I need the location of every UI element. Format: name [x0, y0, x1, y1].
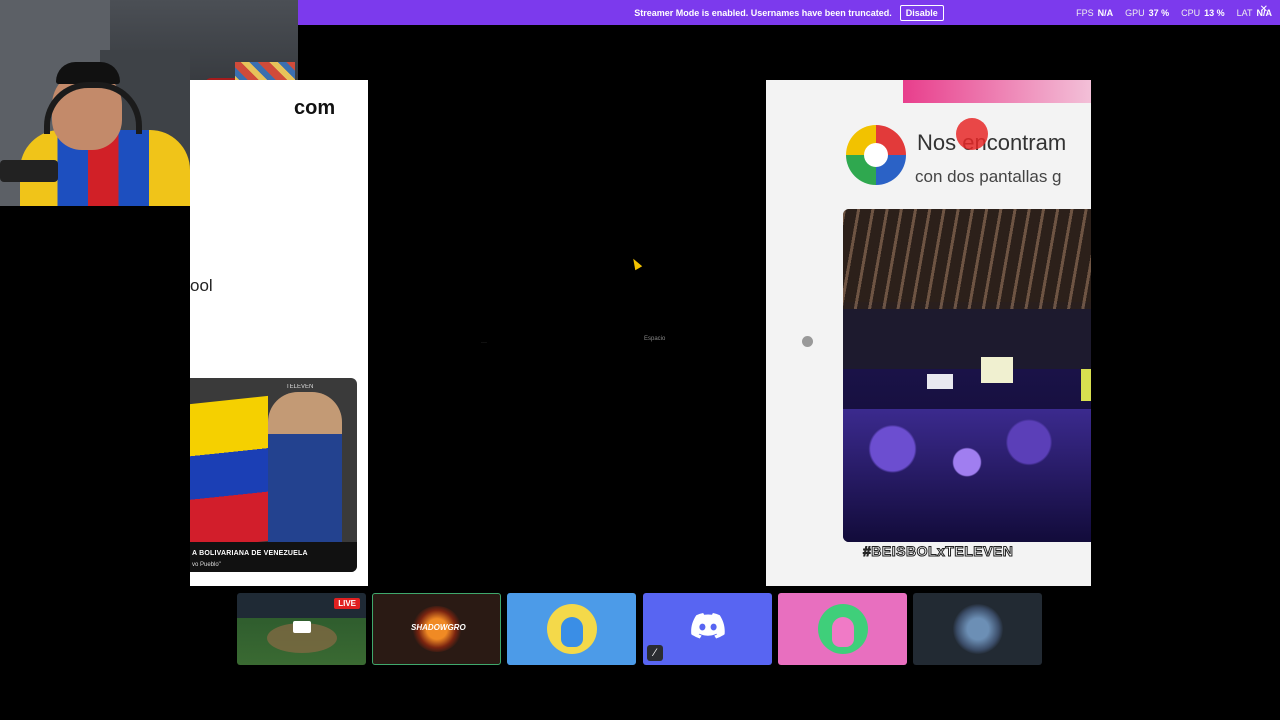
fps-value: N/A	[1097, 7, 1114, 18]
avatar-mascot-icon	[832, 617, 854, 647]
thumbnail-caption-line1: A BOLIVARIANA DE VENEZUELA	[192, 550, 308, 557]
participant-tile-pink-avatar[interactable]	[778, 593, 907, 665]
side-dot-icon	[802, 336, 813, 347]
cpu-value: 13 %	[1204, 7, 1225, 18]
streamer-mode-bar: Streamer Mode is enabled. Usernames have…	[298, 0, 1280, 25]
participant-tile-blue-avatar[interactable]	[507, 593, 636, 665]
bar-crowd-video[interactable]	[843, 209, 1091, 542]
thumbnail-brand: TELEVEN	[286, 384, 314, 390]
video-tv-screen	[981, 357, 1013, 383]
video-tv-screen	[1081, 369, 1091, 401]
live-badge: LIVE	[334, 598, 360, 609]
center-label: Espacio	[644, 336, 666, 342]
left-screen-share[interactable]: com ool TELEVEN A BOLIVARIANA DE VENEZUE…	[190, 80, 368, 586]
baseball-logo-center	[864, 143, 888, 167]
venezuela-flag	[190, 395, 268, 550]
venezuela-news-thumbnail: TELEVEN A BOLIVARIANA DE VENEZUELA vo Pu…	[190, 378, 357, 572]
participant-tile-dark-avatar[interactable]	[913, 593, 1042, 665]
participant-tile-discord[interactable]: ⁄	[643, 593, 772, 665]
lat-label: LAT	[1236, 7, 1253, 18]
gpu-value: 37 %	[1148, 7, 1170, 18]
pink-header-band	[903, 80, 1091, 103]
post-subtitle: con dos pantallas g	[915, 167, 1062, 186]
webcam-microphone	[0, 160, 58, 182]
right-screen-share[interactable]: Nos encontram con dos pantallas g #BEISB…	[766, 80, 1091, 586]
avatar-mascot-icon	[561, 617, 583, 647]
gpu-stat: GPU 37 %	[1125, 8, 1169, 18]
video-hashtag: #BEISBOLxTELEVEN	[862, 543, 1014, 560]
fps-label: FPS	[1076, 7, 1094, 18]
streamer-mode-text: Streamer Mode is enabled. Usernames have…	[634, 7, 892, 18]
discord-logo-icon	[691, 613, 725, 639]
participant-tile-stream[interactable]: LIVE	[237, 593, 366, 665]
shadowgro-label: SHADOWGRO	[411, 623, 466, 632]
record-indicator-icon	[956, 118, 988, 150]
gpu-label: GPU	[1125, 7, 1145, 18]
cpu-stat: CPU 13 %	[1181, 8, 1225, 18]
participant-tile-shadowgro[interactable]: SHADOWGRO	[372, 593, 501, 665]
disable-streamer-mode-button[interactable]: Disable	[899, 4, 944, 21]
thumbnail-caption-line2: vo Pueblo"	[192, 562, 221, 568]
thumbnail-person	[268, 392, 342, 542]
muted-icon: ⁄	[647, 645, 663, 661]
center-indicator: ···	[481, 340, 487, 346]
performance-stats: FPS N/A GPU 37 % CPU 13 % LAT N/A	[1076, 0, 1272, 25]
fps-stat: FPS N/A	[1076, 8, 1113, 18]
webcam-cap	[56, 62, 120, 84]
mouse-cursor-icon	[629, 256, 643, 271]
video-ceiling	[843, 209, 1091, 309]
left-panel-heading: com	[294, 97, 336, 119]
left-panel-text: ool	[190, 276, 213, 295]
screen-share-icon	[293, 621, 311, 633]
video-crowd	[843, 409, 1091, 542]
video-tv-screen	[927, 374, 953, 389]
cpu-label: CPU	[1181, 7, 1201, 18]
post-title: Nos encontram	[917, 130, 1067, 155]
avatar	[953, 604, 1003, 654]
close-icon[interactable]: ✕	[1260, 4, 1268, 15]
